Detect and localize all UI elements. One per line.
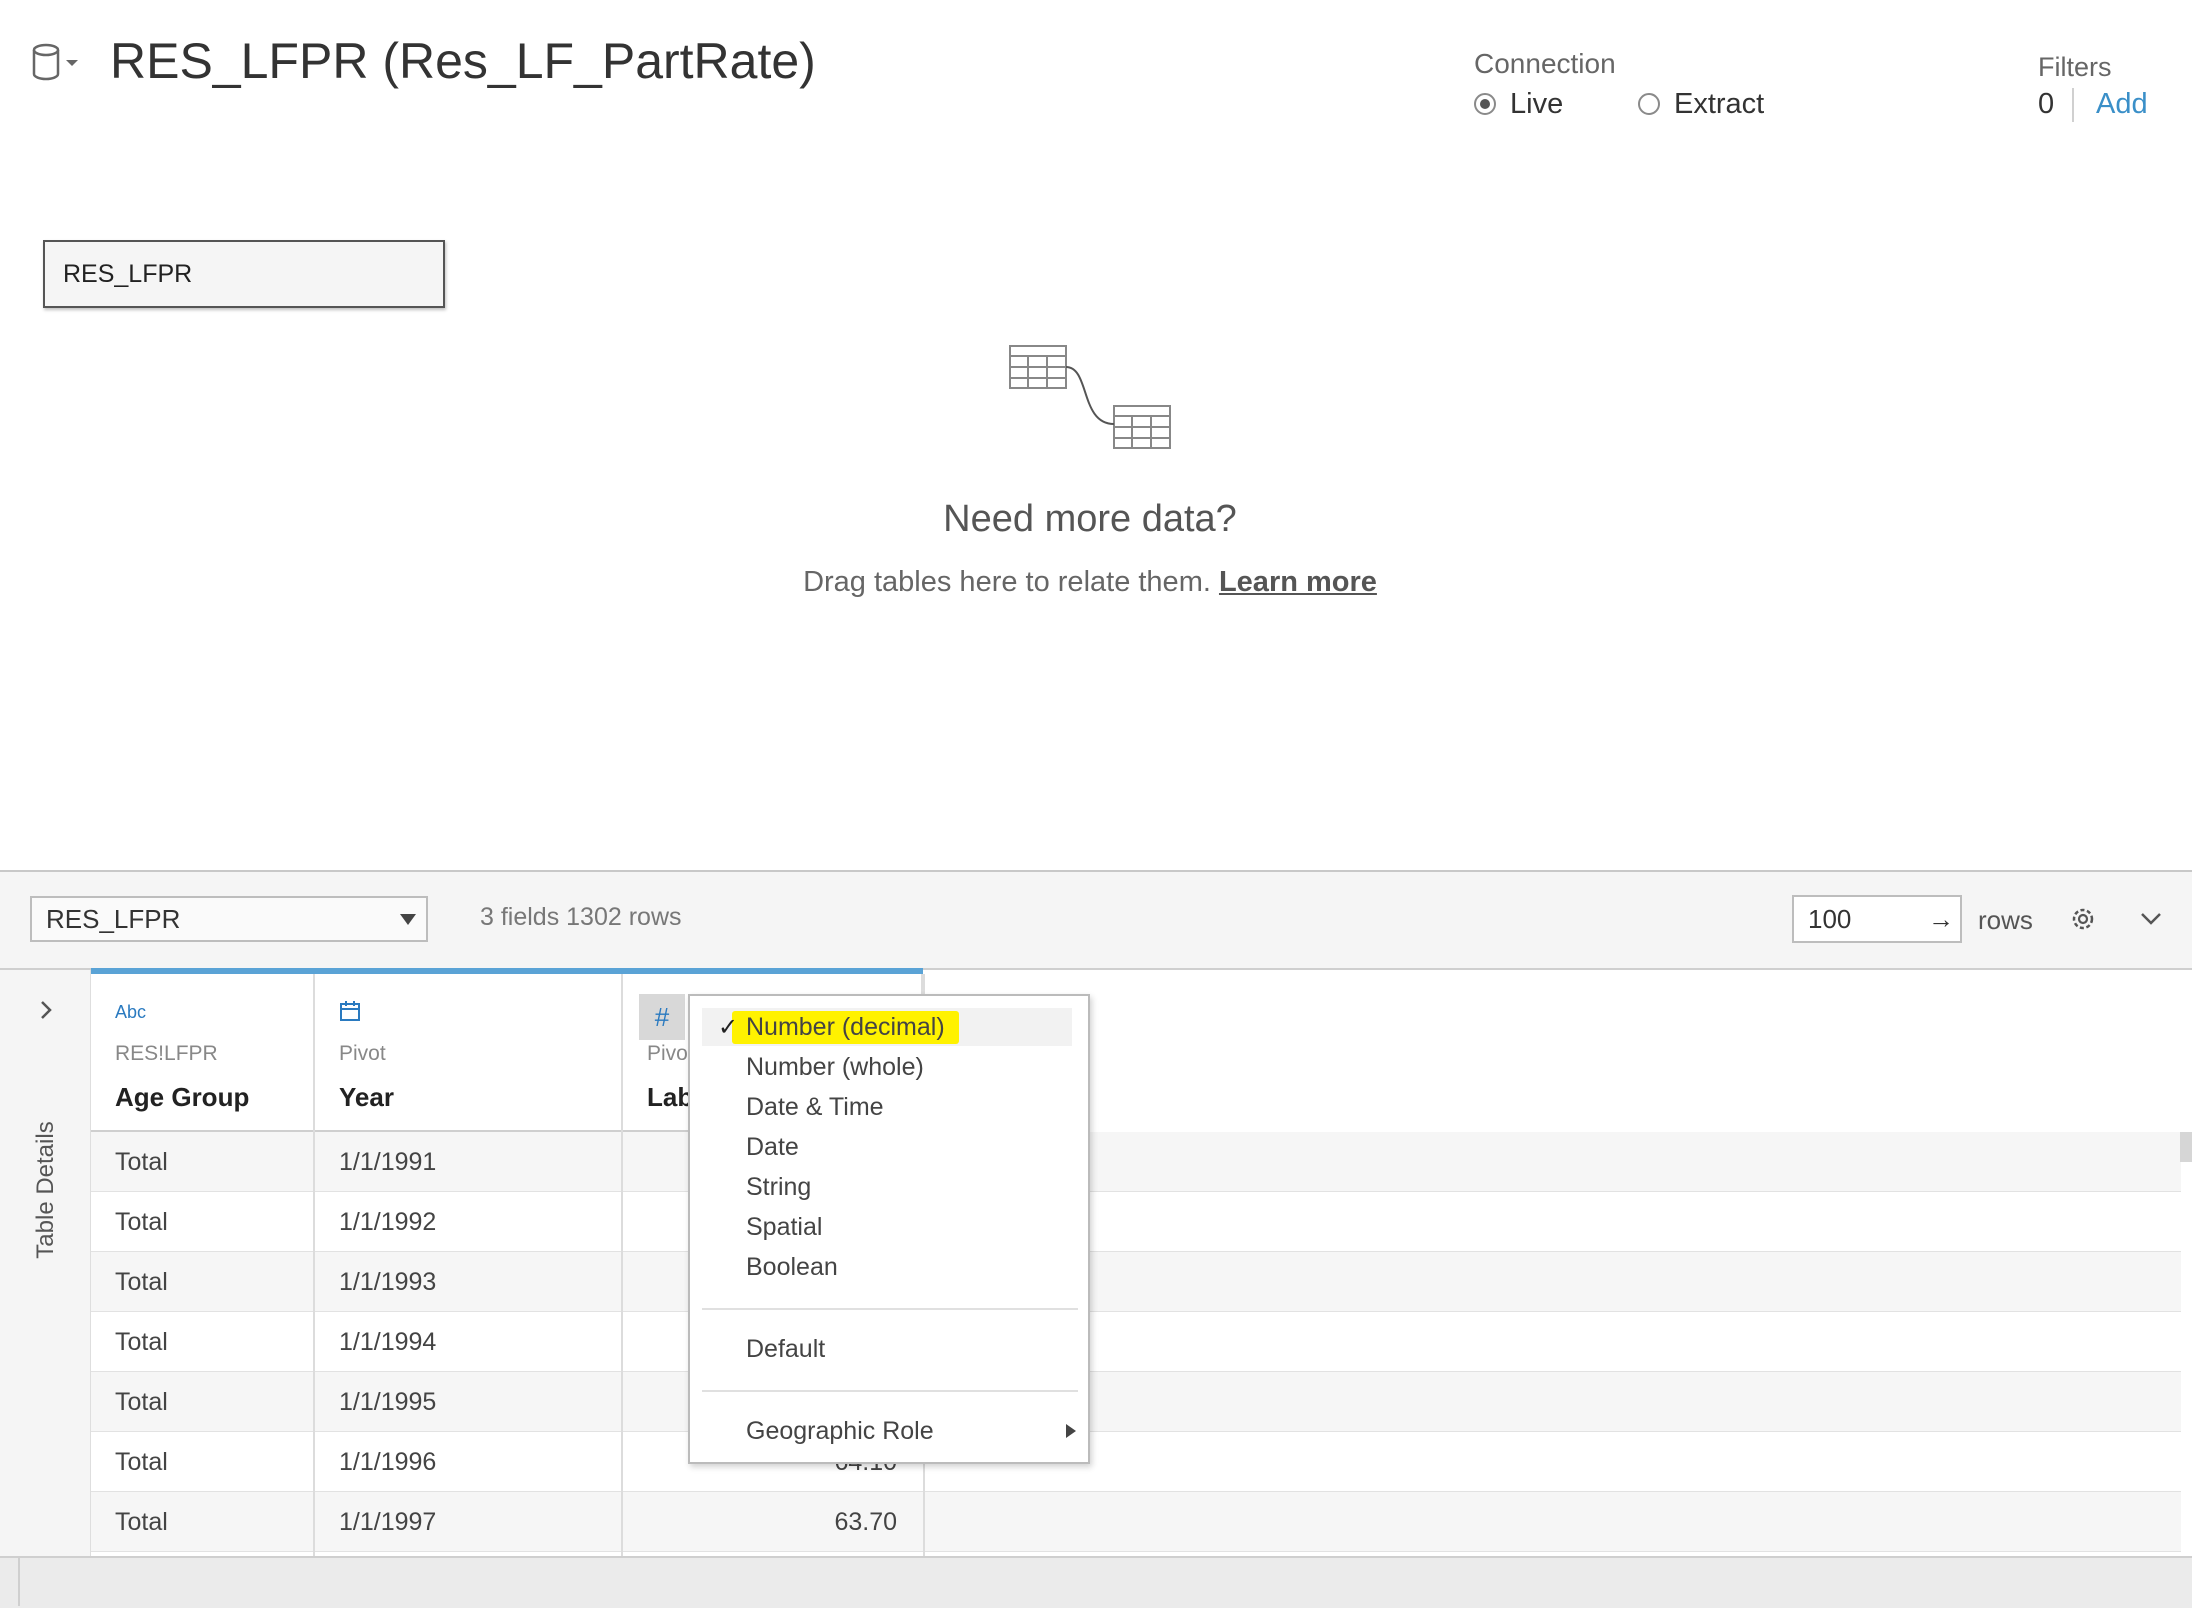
radio-unselected-icon xyxy=(1638,93,1660,115)
cell-year: 1/1/1993 xyxy=(339,1267,437,1296)
column-name: Lab xyxy=(647,1082,694,1112)
learn-more-link[interactable]: Learn more xyxy=(1219,566,1377,598)
cell-age-group: Total xyxy=(115,1207,168,1236)
fields-rows-info: 3 fields 1302 rows xyxy=(480,903,682,931)
cell-age-group: Total xyxy=(115,1387,168,1416)
apply-rows-arrow-icon[interactable]: → xyxy=(1928,904,1954,935)
cell-year: 1/1/1996 xyxy=(339,1447,437,1476)
data-source-title[interactable]: RES_LFPR (Res_LF_PartRate) xyxy=(110,32,816,90)
cell-age-group: Total xyxy=(115,1327,168,1356)
data-source-menu-icon[interactable] xyxy=(30,42,80,84)
column-name: Year xyxy=(339,1082,394,1112)
connection-live-label: Live xyxy=(1510,87,1564,120)
drag-tables-hint: Drag tables here to relate them. Learn m… xyxy=(0,566,2180,599)
cell-value: 63.70 xyxy=(834,1507,897,1536)
menu-item-boolean[interactable]: Boolean xyxy=(746,1248,838,1286)
column-source: Pivot xyxy=(339,1042,386,1065)
cell-year: 1/1/1995 xyxy=(339,1387,437,1416)
menu-item-geographic-role[interactable]: Geographic Role xyxy=(746,1412,1076,1450)
table-row: Total 1/1/1995 xyxy=(91,1372,2181,1432)
table-row: Total 1/1/1996 64.10 xyxy=(91,1432,2181,1492)
cell-year: 1/1/1991 xyxy=(339,1147,437,1176)
column-header-age-group[interactable]: Abc RES!LFPR Age Group xyxy=(91,974,315,1130)
filters-divider xyxy=(2072,88,2074,122)
connection-extract-radio[interactable]: Extract xyxy=(1638,86,1764,122)
table-row: Total 1/1/1991 xyxy=(91,1132,2181,1192)
menu-item-label: Geographic Role xyxy=(746,1416,934,1445)
cell-year: 1/1/1992 xyxy=(339,1207,437,1236)
menu-item-date-time[interactable]: Date & Time xyxy=(746,1088,884,1126)
data-type-menu: ✓ Number (decimal) Number (whole) Date &… xyxy=(688,994,1090,1464)
column-divider[interactable] xyxy=(313,974,315,1556)
menu-item-string[interactable]: String xyxy=(746,1168,811,1206)
cell-age-group: Total xyxy=(115,1447,168,1476)
table-row: Total 1/1/1994 xyxy=(91,1312,2181,1372)
footer-divider xyxy=(18,1556,20,1606)
menu-item-default[interactable]: Default xyxy=(746,1330,825,1368)
menu-item-spatial[interactable]: Spatial xyxy=(746,1208,822,1246)
table-card[interactable]: RES_LFPR xyxy=(43,240,445,308)
menu-item-number-whole[interactable]: Number (whole) xyxy=(746,1048,924,1086)
menu-separator xyxy=(702,1308,1078,1310)
cell-age-group: Total xyxy=(115,1147,168,1176)
column-header-year[interactable]: Pivot Year xyxy=(315,974,623,1130)
table-details-label[interactable]: Table Details xyxy=(32,1121,60,1258)
table-select-value: RES_LFPR xyxy=(46,903,181,934)
column-divider[interactable] xyxy=(621,974,623,1556)
table-card-label: RES_LFPR xyxy=(63,259,193,288)
table-select[interactable]: RES_LFPR xyxy=(30,896,428,942)
relate-tables-icon xyxy=(1006,340,1174,454)
table-row: Total 1/1/1993 xyxy=(91,1252,2181,1312)
submenu-arrow-icon xyxy=(1066,1424,1076,1438)
number-type-icon[interactable]: # xyxy=(639,994,685,1040)
calendar-icon[interactable] xyxy=(339,1000,361,1027)
rows-label: rows xyxy=(1978,905,2033,935)
cell-age-group: Total xyxy=(115,1507,168,1536)
filters-add-link[interactable]: Add xyxy=(2096,88,2148,121)
checkmark-icon: ✓ xyxy=(718,1013,739,1041)
connection-label: Connection xyxy=(1474,48,1616,79)
connection-live-radio[interactable]: Live xyxy=(1474,86,1563,122)
dropdown-arrow-icon xyxy=(400,914,416,925)
cell-age-group: Total xyxy=(115,1267,168,1296)
need-more-data-heading: Need more data? xyxy=(943,498,1237,540)
connection-extract-label: Extract xyxy=(1674,87,1765,120)
filters-label: Filters xyxy=(2038,52,2112,82)
table-row: Total 1/1/1997 63.70 xyxy=(91,1492,2181,1552)
menu-item-number-decimal[interactable]: ✓ Number (decimal) xyxy=(702,1008,1072,1046)
drag-tables-text: Drag tables here to relate them. xyxy=(803,566,1211,598)
chevron-down-icon[interactable] xyxy=(2136,906,2166,932)
gear-icon[interactable] xyxy=(2068,904,2098,934)
radio-selected-icon xyxy=(1474,93,1496,115)
menu-separator xyxy=(702,1390,1078,1392)
footer-bar xyxy=(0,1556,2192,1608)
string-type-icon[interactable]: Abc xyxy=(115,1002,146,1023)
menu-item-date[interactable]: Date xyxy=(746,1128,799,1166)
chevron-right-icon[interactable] xyxy=(34,996,58,1024)
column-source: Pivo xyxy=(647,1042,688,1065)
menu-item-label: Number (decimal) xyxy=(732,1010,959,1044)
cell-year: 1/1/1994 xyxy=(339,1327,437,1356)
cell-year: 1/1/1997 xyxy=(339,1507,437,1536)
table-row: Total 1/1/1992 xyxy=(91,1192,2181,1252)
column-name: Age Group xyxy=(115,1082,250,1112)
vertical-scrollbar[interactable] xyxy=(2180,1132,2192,1162)
column-source: RES!LFPR xyxy=(115,1042,218,1065)
filters-count: 0 xyxy=(2038,88,2055,120)
table-details-panel xyxy=(0,970,91,1556)
